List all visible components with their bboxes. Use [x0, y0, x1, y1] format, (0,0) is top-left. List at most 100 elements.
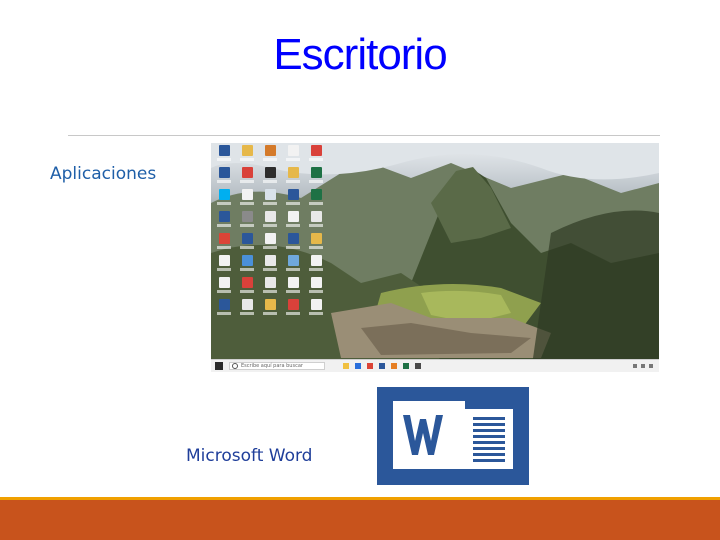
document-icon	[264, 233, 276, 244]
excel-icon	[310, 189, 322, 200]
desktop-shortcut[interactable]	[215, 189, 233, 211]
applications-label: Aplicaciones	[50, 164, 157, 184]
taskbar-app-icon[interactable]	[415, 363, 421, 369]
desktop-shortcut[interactable]	[307, 189, 325, 211]
desktop-shortcut[interactable]	[307, 167, 325, 189]
shortcut-caption	[217, 246, 231, 249]
document-icon	[241, 189, 253, 200]
desktop-shortcut[interactable]	[215, 277, 233, 299]
word-doc-icon	[287, 233, 299, 244]
desktop-shortcut[interactable]	[284, 145, 302, 167]
folder-icon	[287, 167, 299, 178]
shortcut-caption	[217, 290, 231, 293]
word-logo-icon	[377, 387, 529, 485]
desktop-shortcut[interactable]	[307, 299, 325, 321]
shortcut-caption	[309, 268, 323, 271]
desktop-shortcut[interactable]	[307, 211, 325, 233]
desktop-shortcut[interactable]	[284, 167, 302, 189]
desktop-shortcut[interactable]	[215, 145, 233, 167]
shortcut-caption	[286, 312, 300, 315]
desktop-shortcut[interactable]	[261, 233, 279, 255]
taskbar-app-icon[interactable]	[355, 363, 361, 369]
word-doc-icon	[218, 167, 230, 178]
taskbar-app-icon[interactable]	[403, 363, 409, 369]
shortcut-caption	[309, 158, 323, 161]
windows-start-icon[interactable]	[215, 362, 223, 370]
desktop-shortcut[interactable]	[284, 299, 302, 321]
shortcut-caption	[286, 268, 300, 271]
pdf-icon	[241, 167, 253, 178]
image-icon	[241, 255, 253, 266]
desktop-shortcut[interactable]	[307, 277, 325, 299]
desktop-shortcut[interactable]	[284, 233, 302, 255]
volume-icon[interactable]	[641, 364, 645, 368]
desktop-shortcut[interactable]	[284, 211, 302, 233]
shortcut-caption	[240, 268, 254, 271]
desktop-shortcut[interactable]	[238, 233, 256, 255]
desktop-shortcut[interactable]	[307, 233, 325, 255]
desktop-screenshot: Escribe aquí para buscar	[211, 143, 659, 372]
network-icon[interactable]	[633, 364, 637, 368]
word-doc-icon	[287, 189, 299, 200]
footer-bar	[0, 500, 720, 540]
shortcut-caption	[309, 202, 323, 205]
settings-icon	[241, 211, 253, 222]
desktop-shortcut[interactable]	[215, 233, 233, 255]
desktop-shortcut[interactable]	[261, 211, 279, 233]
desktop-shortcut[interactable]	[261, 277, 279, 299]
desktop-shortcut[interactable]	[284, 189, 302, 211]
shortcut-caption	[263, 268, 277, 271]
desktop-icon-grid	[215, 145, 325, 350]
desktop-shortcut[interactable]	[238, 189, 256, 211]
desktop-shortcut[interactable]	[215, 167, 233, 189]
shortcut-caption	[309, 224, 323, 227]
excel-icon	[310, 167, 322, 178]
pdf-icon	[287, 299, 299, 310]
desktop-shortcut[interactable]	[215, 211, 233, 233]
document-icon	[264, 189, 276, 200]
desktop-shortcut[interactable]	[261, 299, 279, 321]
taskbar-app-icon[interactable]	[391, 363, 397, 369]
desktop-shortcut[interactable]	[307, 145, 325, 167]
desktop-shortcut[interactable]	[238, 255, 256, 277]
desktop-shortcut[interactable]	[261, 189, 279, 211]
shortcut-caption	[286, 180, 300, 183]
shortcut-caption	[286, 290, 300, 293]
folder-icon	[241, 145, 253, 156]
shortcut-caption	[240, 180, 254, 183]
shortcut-caption	[240, 158, 254, 161]
desktop-shortcut[interactable]	[307, 255, 325, 277]
desktop-shortcut[interactable]	[238, 299, 256, 321]
taskbar-app-icon[interactable]	[379, 363, 385, 369]
document-icon	[310, 255, 322, 266]
taskbar-app-icon[interactable]	[367, 363, 373, 369]
document-icon	[310, 211, 322, 222]
taskbar-pinned-apps	[343, 363, 421, 369]
clock-icon[interactable]	[649, 364, 653, 368]
document-icon	[264, 211, 276, 222]
taskbar-app-icon[interactable]	[343, 363, 349, 369]
search-icon	[232, 363, 238, 369]
pdf-icon	[241, 277, 253, 288]
document-icon	[287, 277, 299, 288]
desktop-shortcut[interactable]	[238, 145, 256, 167]
desktop-shortcut[interactable]	[215, 299, 233, 321]
desktop-shortcut[interactable]	[215, 255, 233, 277]
folder-icon	[264, 299, 276, 310]
microsoft-word-label: Microsoft Word	[186, 446, 313, 466]
document-icon	[310, 299, 322, 310]
desktop-shortcut[interactable]	[261, 145, 279, 167]
image-icon	[287, 255, 299, 266]
taskbar-search[interactable]: Escribe aquí para buscar	[229, 362, 325, 370]
desktop-shortcut[interactable]	[238, 211, 256, 233]
desktop-shortcut[interactable]	[284, 277, 302, 299]
taskbar: Escribe aquí para buscar	[211, 359, 659, 372]
desktop-shortcut[interactable]	[284, 255, 302, 277]
shortcut-caption	[286, 158, 300, 161]
desktop-shortcut[interactable]	[261, 167, 279, 189]
desktop-shortcut[interactable]	[238, 277, 256, 299]
desktop-shortcut[interactable]	[238, 167, 256, 189]
word-doc-icon	[241, 233, 253, 244]
desktop-shortcut[interactable]	[261, 255, 279, 277]
shortcut-caption	[263, 312, 277, 315]
